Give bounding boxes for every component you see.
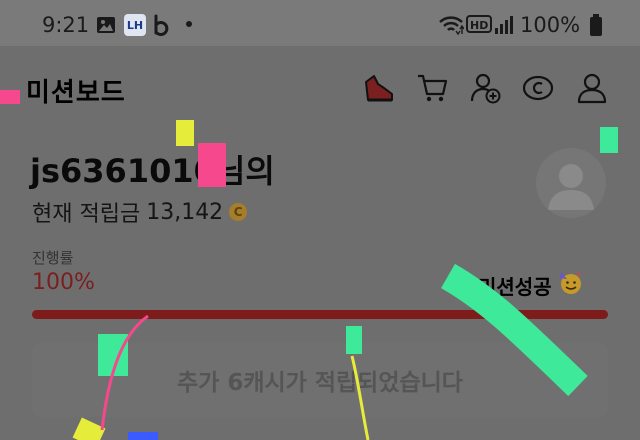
add-user-icon[interactable] bbox=[470, 72, 502, 104]
mission-status: 미션성공 bbox=[478, 270, 584, 301]
confetti-piece bbox=[72, 417, 106, 440]
progress-value: 100% bbox=[32, 270, 95, 295]
progress-bar bbox=[32, 310, 608, 319]
reward-banner-text: 추가 6캐시가 적립되었습니다 bbox=[177, 370, 463, 396]
coin-icon: C bbox=[229, 203, 248, 221]
confetti-piece bbox=[600, 127, 618, 153]
page-title: 미션보드 bbox=[26, 78, 126, 108]
default-avatar-icon bbox=[548, 164, 594, 210]
confetti-piece bbox=[176, 120, 194, 146]
gallery-icon bbox=[96, 16, 116, 38]
avatar[interactable] bbox=[536, 148, 606, 218]
b-app-icon bbox=[152, 14, 172, 40]
lh-app-icon: LH bbox=[124, 14, 146, 36]
points-label: 현재 적립금 bbox=[32, 202, 141, 227]
user-name: js6361010 bbox=[30, 152, 216, 190]
points-row: 현재 적립금 13,142 C bbox=[32, 196, 248, 228]
dot-icon bbox=[186, 21, 192, 27]
party-face-icon bbox=[558, 270, 584, 301]
battery-percent: 100% bbox=[520, 13, 581, 37]
battery-icon bbox=[590, 14, 602, 40]
confetti-piece bbox=[98, 334, 128, 376]
profile-icon[interactable] bbox=[576, 72, 608, 104]
sneaker-icon[interactable] bbox=[362, 72, 394, 104]
progress-label: 진행률 bbox=[32, 249, 74, 267]
confetti-piece bbox=[0, 90, 20, 104]
coin-c-icon[interactable] bbox=[522, 72, 554, 104]
hd-icon: HD bbox=[466, 15, 493, 33]
points-value: 13,142 bbox=[146, 199, 224, 225]
confetti-piece bbox=[128, 432, 158, 440]
lh-app-label: LH bbox=[126, 18, 144, 32]
wifi-icon bbox=[438, 14, 465, 40]
status-time: 9:21 bbox=[42, 13, 90, 37]
confetti-piece bbox=[346, 326, 362, 354]
confetti-piece bbox=[198, 143, 226, 187]
cart-icon[interactable] bbox=[416, 72, 448, 104]
user-greeting: js6361010님의 bbox=[30, 146, 275, 192]
mission-status-label: 미션성공 bbox=[478, 275, 552, 299]
status-bar: 9:21 LH HD 100% bbox=[0, 0, 640, 46]
progress-bar-fill bbox=[32, 310, 608, 319]
hd-label: HD bbox=[470, 19, 489, 32]
signal-icon bbox=[494, 14, 514, 40]
